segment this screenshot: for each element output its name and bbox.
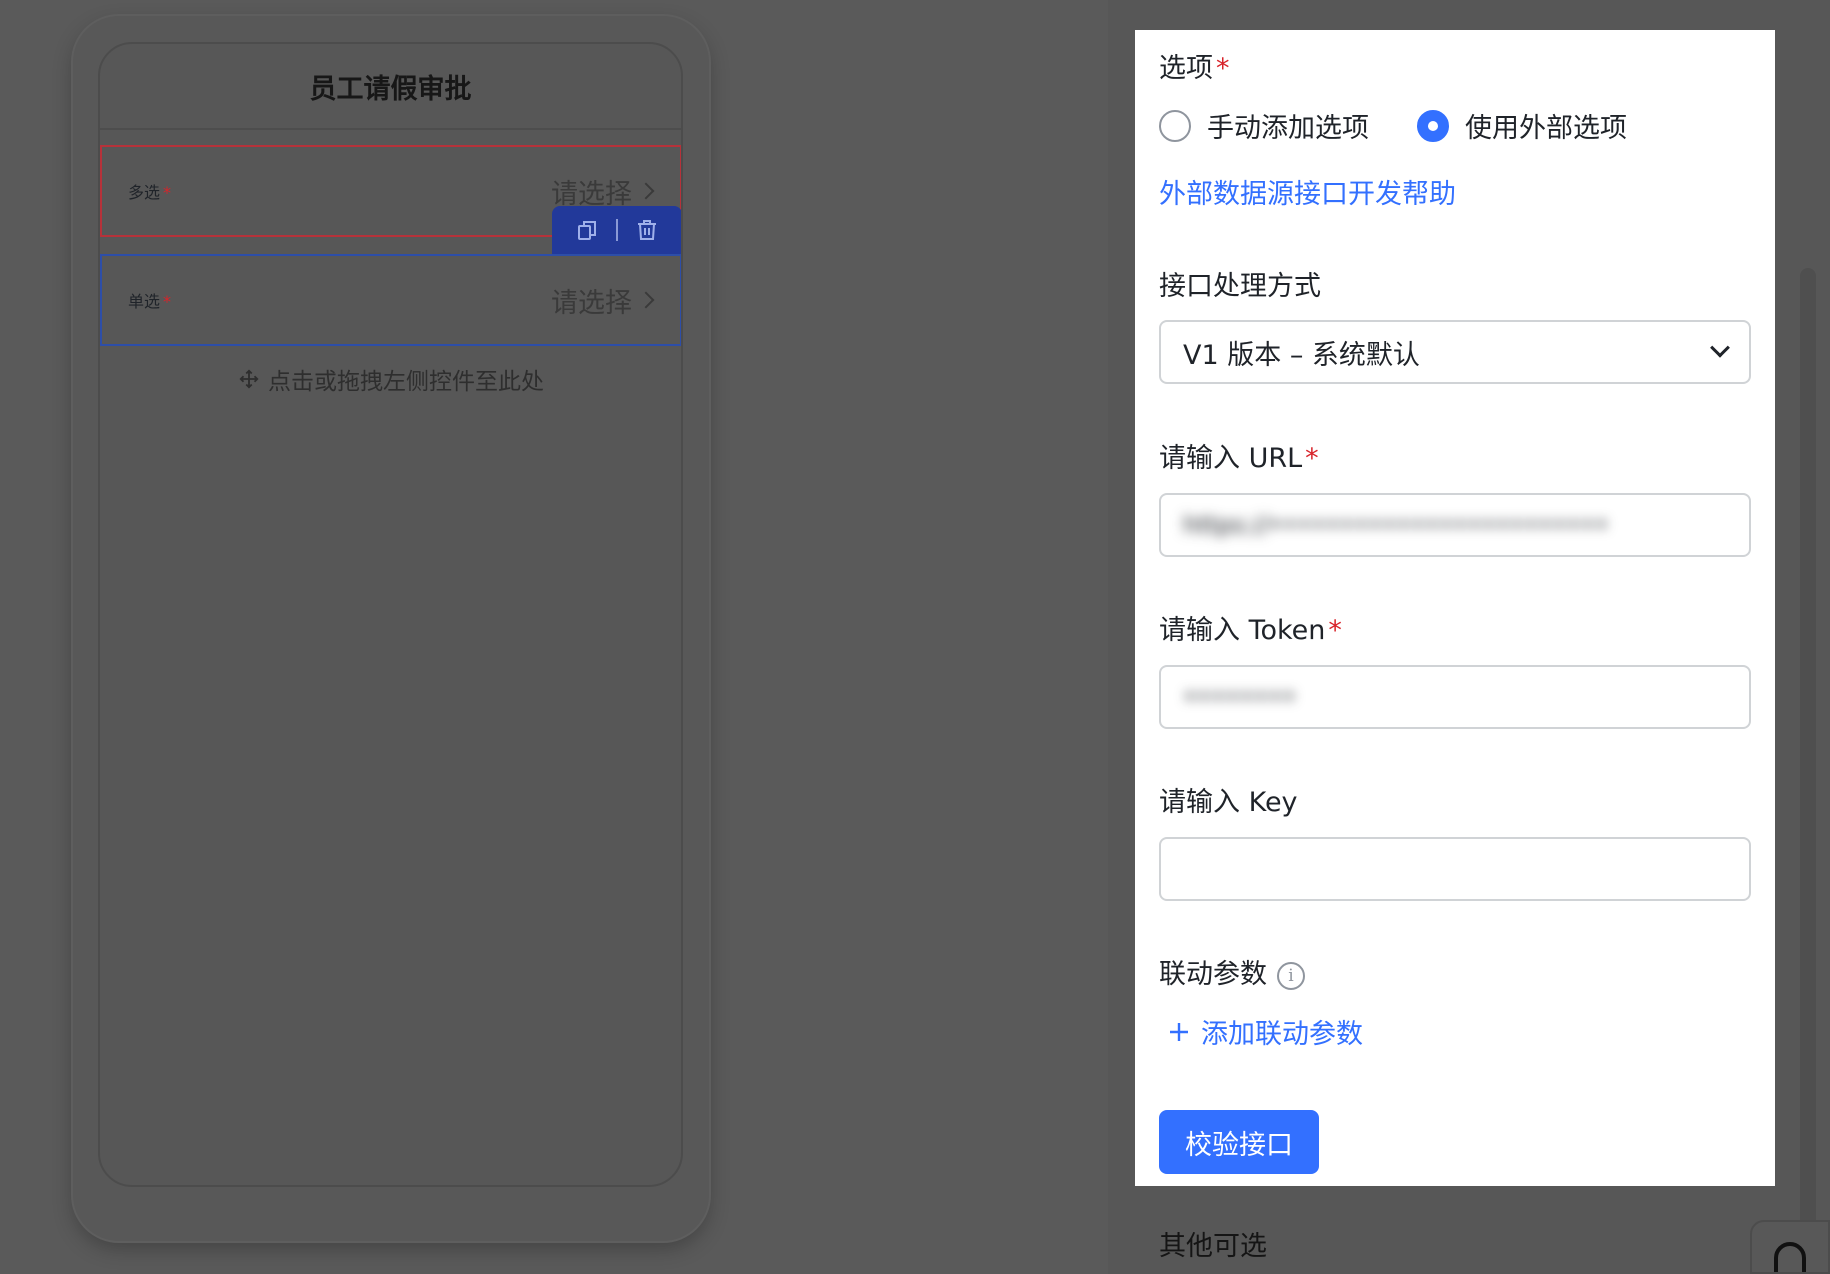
add-linkage-param-button[interactable]: 添加联动参数 [1167,1012,1363,1051]
method-select[interactable]: V1 版本 – 系统默认 [1159,320,1751,384]
field-placeholder: 请选择 [551,172,655,211]
linkage-label: 联动参数 i [1159,952,1305,991]
field-label: 单选 * [128,292,172,311]
url-input[interactable] [1159,493,1751,557]
field-toolbar [552,206,681,254]
other-options-label: 其他可选 [1159,1231,1267,1262]
required-mark: * [1305,443,1319,474]
token-label: 请输入 Token * [1159,615,1342,646]
external-datasource-help-link[interactable]: 外部数据源接口开发帮助 [1159,172,1456,211]
toolbar-divider [616,219,618,241]
radio-checked-icon [1417,109,1449,142]
copy-icon[interactable] [574,217,600,243]
required-mark: * [1216,53,1230,84]
headset-icon [1774,1242,1806,1272]
plus-icon [1170,1022,1188,1041]
form-field-single-select[interactable]: 单选 * 请选择 [100,254,681,346]
chevron-down-icon [1710,337,1730,358]
panel-scrollbar[interactable] [1800,268,1816,1274]
form-title: 员工请假审批 [100,44,681,130]
delete-icon[interactable] [634,217,660,243]
support-button[interactable] [1750,1220,1830,1274]
required-mark: * [163,183,172,202]
token-field[interactable] [1183,683,1727,711]
token-input[interactable] [1159,665,1751,729]
verify-api-button[interactable]: 校验接口 [1159,1110,1319,1174]
radio-manual-options[interactable]: 手动添加选项 [1159,106,1369,145]
radio-unchecked-icon [1159,109,1191,142]
field-label: 多选 * [128,183,172,202]
required-mark: * [163,292,172,311]
url-label: 请输入 URL * [1159,443,1319,474]
form-canvas: 员工请假审批 多选 * 请选择 单选 * 请选择 点击或拖拽左侧控件至此处 [98,42,683,1187]
chevron-right-icon [637,182,655,200]
key-field[interactable] [1183,855,1727,883]
drag-move-icon [239,369,259,389]
options-label: 选项 * [1159,53,1230,84]
drop-hint[interactable]: 点击或拖拽左侧控件至此处 [100,362,681,396]
url-field[interactable] [1183,511,1727,539]
key-input[interactable] [1159,837,1751,901]
field-placeholder: 请选择 [551,281,655,320]
info-icon[interactable]: i [1277,961,1305,990]
radio-external-options[interactable]: 使用外部选项 [1417,106,1627,145]
key-label: 请输入 Key [1159,787,1298,818]
properties-panel: 选项 * 手动添加选项 使用外部选项 外部数据源接口开发帮助 接口处理方式 V1 … [1135,30,1775,1186]
required-mark: * [1328,615,1342,646]
method-label: 接口处理方式 [1159,271,1321,302]
chevron-right-icon [637,291,655,309]
options-radio-group: 手动添加选项 使用外部选项 [1159,106,1627,145]
